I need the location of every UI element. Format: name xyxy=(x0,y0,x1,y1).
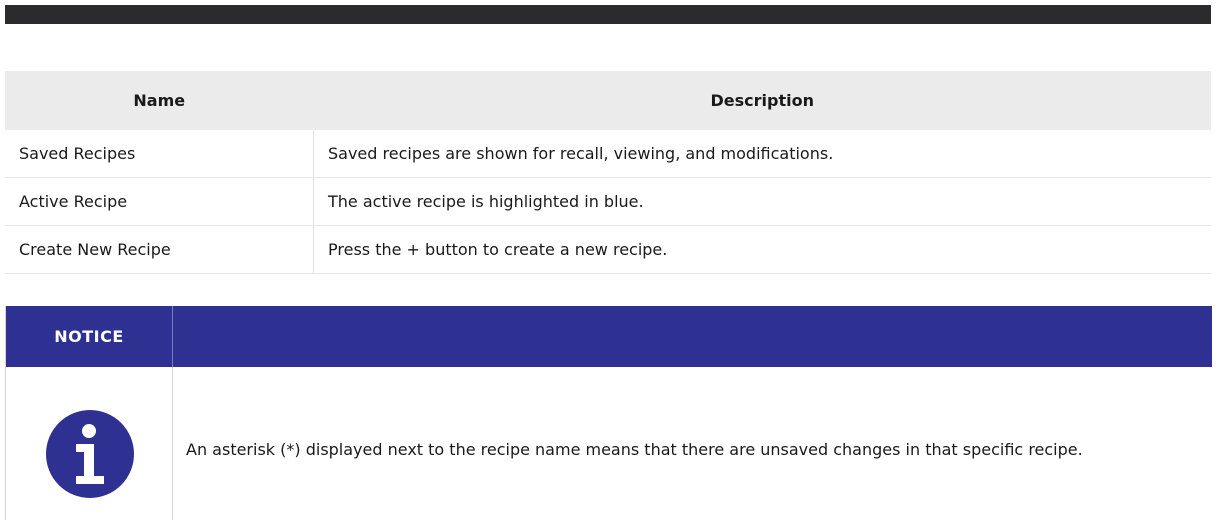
info-icon xyxy=(46,410,134,498)
name-column-header: Name xyxy=(5,71,314,130)
row-description: Press the + button to create a new recip… xyxy=(313,225,1211,274)
notice-body: An asterisk (*) displayed next to the re… xyxy=(6,367,1212,520)
notice-icon-cell xyxy=(6,367,173,520)
row-description: Saved recipes are shown for recall, view… xyxy=(313,130,1211,178)
description-column-header: Description xyxy=(313,71,1211,130)
top-bar xyxy=(5,5,1211,24)
row-name: Saved Recipes xyxy=(5,130,314,178)
row-name: Active Recipe xyxy=(5,177,314,226)
notice-text: An asterisk (*) displayed next to the re… xyxy=(186,440,1083,459)
row-name: Create New Recipe xyxy=(5,225,314,274)
notice-box: NOTICE An asterisk (*) displayed next to… xyxy=(5,306,1212,520)
notice-label: NOTICE xyxy=(6,306,173,367)
row-description: The active recipe is highlighted in blue… xyxy=(313,177,1211,226)
table-row: Create New Recipe Press the + button to … xyxy=(5,225,1211,274)
table-header-row: Name Description xyxy=(5,71,1211,130)
description-table: Name Description Saved Recipes Saved rec… xyxy=(5,71,1211,274)
table-row: Saved Recipes Saved recipes are shown fo… xyxy=(5,130,1211,178)
table-row: Active Recipe The active recipe is highl… xyxy=(5,177,1211,226)
notice-header: NOTICE xyxy=(6,306,1212,367)
